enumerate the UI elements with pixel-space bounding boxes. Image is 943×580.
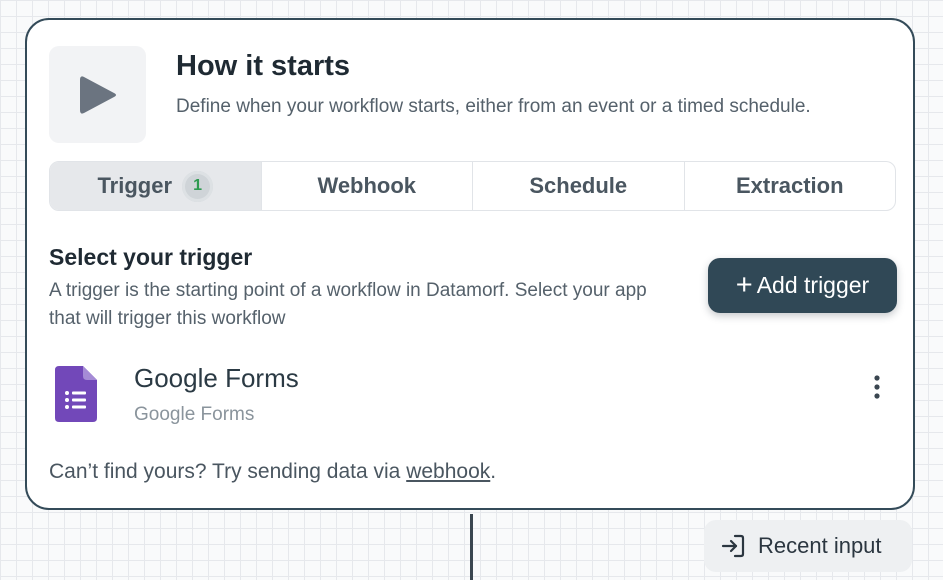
tab-label: Extraction xyxy=(735,173,844,198)
login-arrow-icon xyxy=(721,534,745,558)
tab-label: Schedule xyxy=(529,173,628,198)
tab-extraction[interactable]: Extraction xyxy=(685,162,896,210)
card-title: How it starts xyxy=(176,50,351,82)
trigger-app-label: Google Forms xyxy=(134,404,255,425)
flow-connector-line xyxy=(470,514,473,580)
plus-icon: + xyxy=(735,269,753,301)
recent-input-label: Recent input xyxy=(758,533,882,558)
trigger-name: Google Forms xyxy=(134,363,299,393)
recent-input-button[interactable]: Recent input xyxy=(704,520,912,572)
tab-schedule[interactable]: Schedule xyxy=(473,162,685,210)
section-description: A trigger is the starting point of a wor… xyxy=(49,280,647,329)
help-text: Can’t find yours? Try sending data via w… xyxy=(49,460,496,484)
how-it-starts-card: How it starts Define when your workflow … xyxy=(25,18,915,510)
tab-count-badge: 1 xyxy=(182,170,214,202)
section-title: Select your trigger xyxy=(49,244,253,270)
more-vertical-icon[interactable] xyxy=(862,372,892,402)
play-icon xyxy=(49,46,146,143)
trigger-type-tabs: Trigger 1 Webhook Schedule Extraction xyxy=(49,161,896,211)
help-text-prefix: Can’t find yours? Try sending data via xyxy=(49,460,407,483)
tab-label: Trigger xyxy=(97,173,173,198)
tab-label: Webhook xyxy=(317,173,417,198)
add-trigger-button[interactable]: + Add trigger xyxy=(708,258,897,313)
trigger-list-item[interactable]: Google Forms Google Forms xyxy=(49,360,896,440)
help-text-suffix: . xyxy=(490,460,497,483)
google-forms-icon xyxy=(55,366,97,427)
webhook-link[interactable]: webhook xyxy=(406,460,490,483)
tab-trigger[interactable]: Trigger 1 xyxy=(50,162,262,210)
tab-webhook[interactable]: Webhook xyxy=(262,162,473,210)
card-description: Define when your workflow starts, either… xyxy=(176,96,811,117)
add-trigger-label: Add trigger xyxy=(756,272,870,298)
